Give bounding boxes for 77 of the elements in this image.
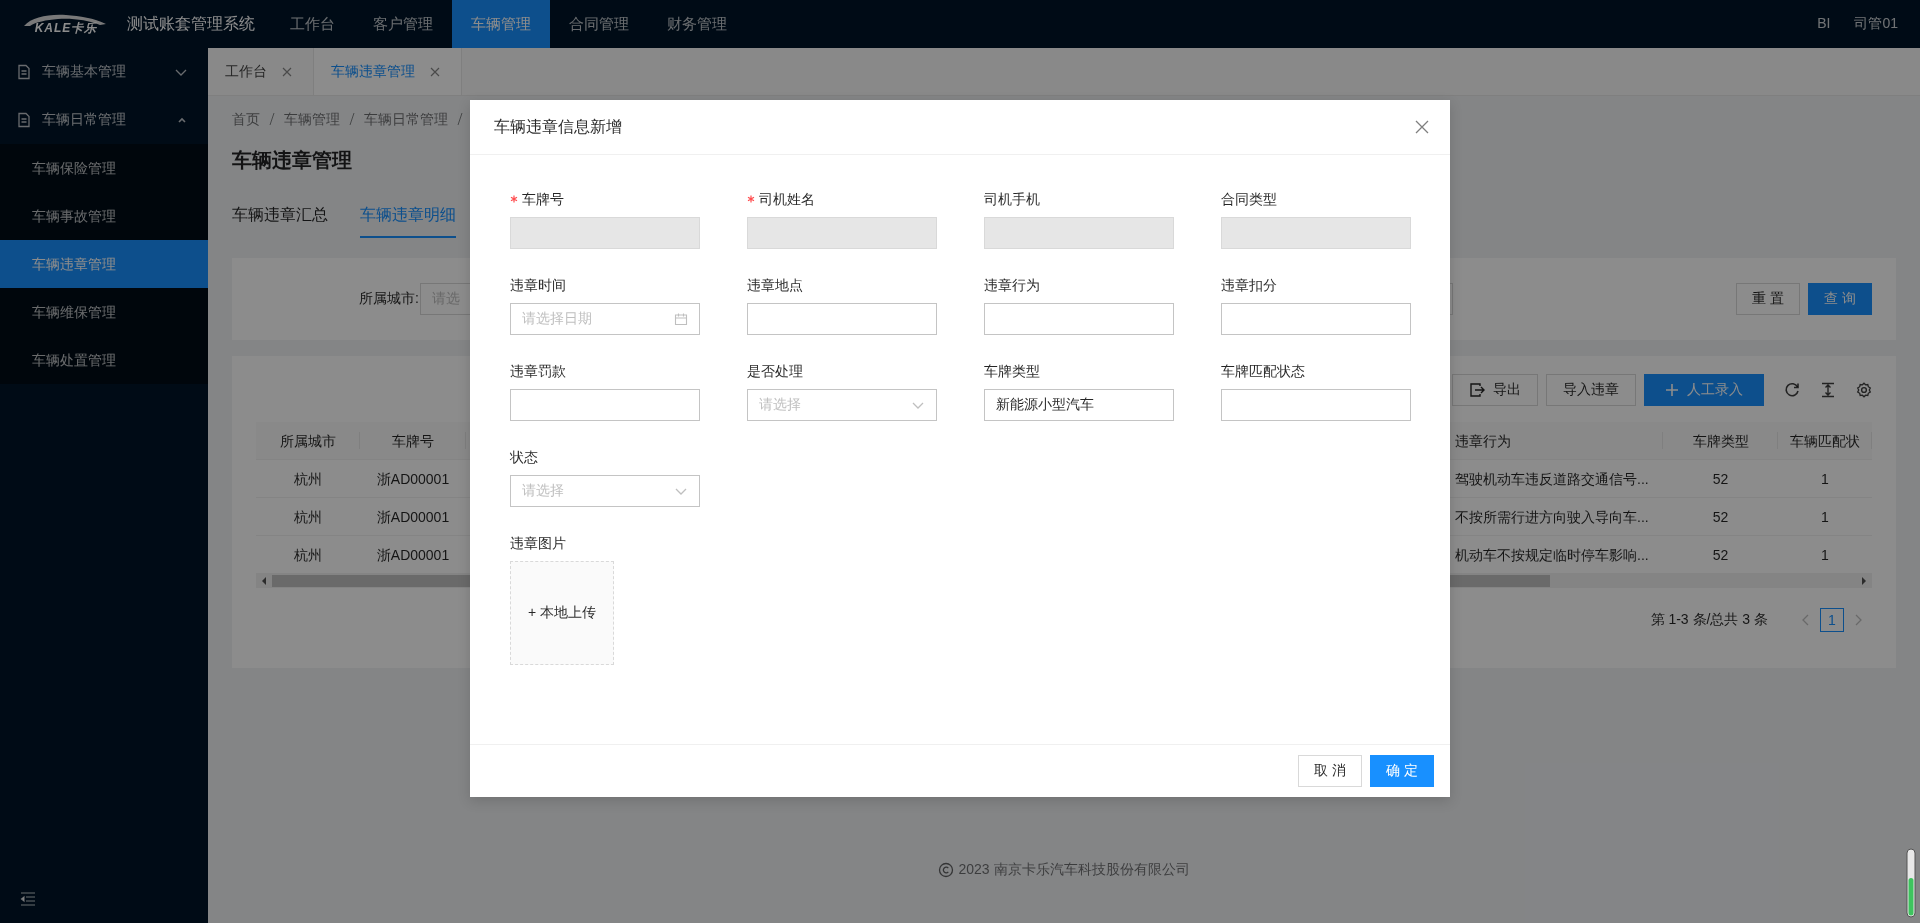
reset-button[interactable]: 重 置 xyxy=(1736,283,1801,315)
plus-icon xyxy=(1665,383,1679,397)
field-label: 车牌类型 xyxy=(984,362,1040,381)
footer-text: 2023 南京卡乐汽车科技股份有限公司 xyxy=(958,861,1190,879)
header-link[interactable]: 司管01 xyxy=(1854,15,1898,33)
page-number[interactable]: 1 xyxy=(1820,608,1844,632)
file-icon xyxy=(16,112,32,128)
settings-icon[interactable] xyxy=(1856,382,1872,398)
app-title: 测试账套管理系统 xyxy=(127,13,255,34)
cancel-button[interactable]: 取 消 xyxy=(1298,755,1362,787)
nav-tab[interactable]: 工作台 xyxy=(271,0,354,48)
header-link[interactable]: BI xyxy=(1817,15,1831,33)
breadcrumb-link[interactable]: 车辆日常管理 xyxy=(364,108,448,130)
close-icon[interactable] xyxy=(281,65,293,78)
table-cell: 浙AD00001 xyxy=(360,460,466,498)
menu-fold-icon[interactable] xyxy=(20,891,36,907)
nav-tab[interactable]: 客户管理 xyxy=(354,0,452,48)
field-label: 违章行为 xyxy=(984,276,1040,295)
field-label: 车牌号 xyxy=(522,190,564,209)
field-label: 所属城市: xyxy=(358,290,420,308)
column-height-icon[interactable] xyxy=(1820,382,1836,398)
field-label: 司机姓名 xyxy=(759,190,815,209)
table-cell: 1 xyxy=(1778,498,1872,536)
field-label: 合同类型 xyxy=(1221,190,1277,209)
menu-group[interactable]: 车辆基本管理 xyxy=(0,48,208,96)
input-field[interactable] xyxy=(984,303,1174,335)
calendar-icon xyxy=(674,312,688,326)
meter-icon xyxy=(1906,848,1916,918)
nav-tab[interactable]: 财务管理 xyxy=(648,0,746,48)
confirm-button[interactable]: 确 定 xyxy=(1370,755,1434,787)
table-cell: 1 xyxy=(1778,460,1872,498)
field-label: 司机手机 xyxy=(984,190,1040,209)
close-icon[interactable] xyxy=(1414,119,1430,135)
add-button[interactable]: 人工录入 xyxy=(1644,374,1764,406)
input-field[interactable] xyxy=(1221,389,1411,421)
menu-item[interactable]: 车辆违章管理 xyxy=(0,240,208,288)
sub-tab[interactable]: 车辆违章汇总 xyxy=(232,204,328,238)
page-title: 车辆违章管理 xyxy=(232,148,353,173)
field-label: 违章罚款 xyxy=(510,362,566,381)
field-label: 违章时间 xyxy=(510,276,566,295)
table-cell: 杭州 xyxy=(256,460,360,498)
input-field[interactable] xyxy=(1221,303,1411,335)
pagination-summary: 第 1-3 条/总共 3 条 xyxy=(1650,611,1768,629)
menu-group[interactable]: 车辆日常管理 xyxy=(0,96,208,144)
upload-button[interactable]: + 本地上传 xyxy=(510,561,614,665)
breadcrumb-link[interactable]: 车辆管理 xyxy=(284,108,340,130)
export-icon xyxy=(1469,382,1485,398)
input-field[interactable]: 新能源小型汽车 xyxy=(984,389,1174,421)
field-label: 违章扣分 xyxy=(1221,276,1277,295)
table-cell: 杭州 xyxy=(256,498,360,536)
caret-right-icon xyxy=(1859,575,1869,587)
nav-tab[interactable]: 车辆管理 xyxy=(452,0,550,48)
field-label: 是否处理 xyxy=(747,362,803,381)
menu-item[interactable]: 车辆处置管理 xyxy=(0,336,208,384)
sub-tab[interactable]: 车辆违章明细 xyxy=(360,204,456,238)
table-cell: 52 xyxy=(1663,498,1778,536)
input-field[interactable] xyxy=(747,303,937,335)
menu-item[interactable]: 车辆事故管理 xyxy=(0,192,208,240)
nav-tab[interactable]: 合同管理 xyxy=(550,0,648,48)
search-button[interactable]: 查 询 xyxy=(1808,283,1872,315)
file-icon xyxy=(16,64,32,80)
logo-text: KALE卡乐 xyxy=(34,21,98,35)
export-button[interactable]: 导出 xyxy=(1452,374,1538,406)
field-label: 违章图片 xyxy=(510,534,567,553)
modal-title: 车辆违章信息新增 xyxy=(494,116,622,137)
breadcrumb-link[interactable]: 首页 xyxy=(232,108,260,130)
table-cell: 浙AD00001 xyxy=(360,498,466,536)
table-cell: 52 xyxy=(1663,460,1778,498)
close-icon[interactable] xyxy=(429,65,441,78)
menu-item[interactable]: 车辆保险管理 xyxy=(0,144,208,192)
import-button[interactable]: 导入违章 xyxy=(1546,374,1636,406)
field-label: 车牌匹配状态 xyxy=(1221,362,1305,381)
menu-item[interactable]: 车辆维保管理 xyxy=(0,288,208,336)
refresh-icon[interactable] xyxy=(1784,382,1800,398)
field-label: 状态 xyxy=(510,448,538,467)
field-label: 违章地点 xyxy=(747,276,803,295)
input-field[interactable] xyxy=(510,389,700,421)
